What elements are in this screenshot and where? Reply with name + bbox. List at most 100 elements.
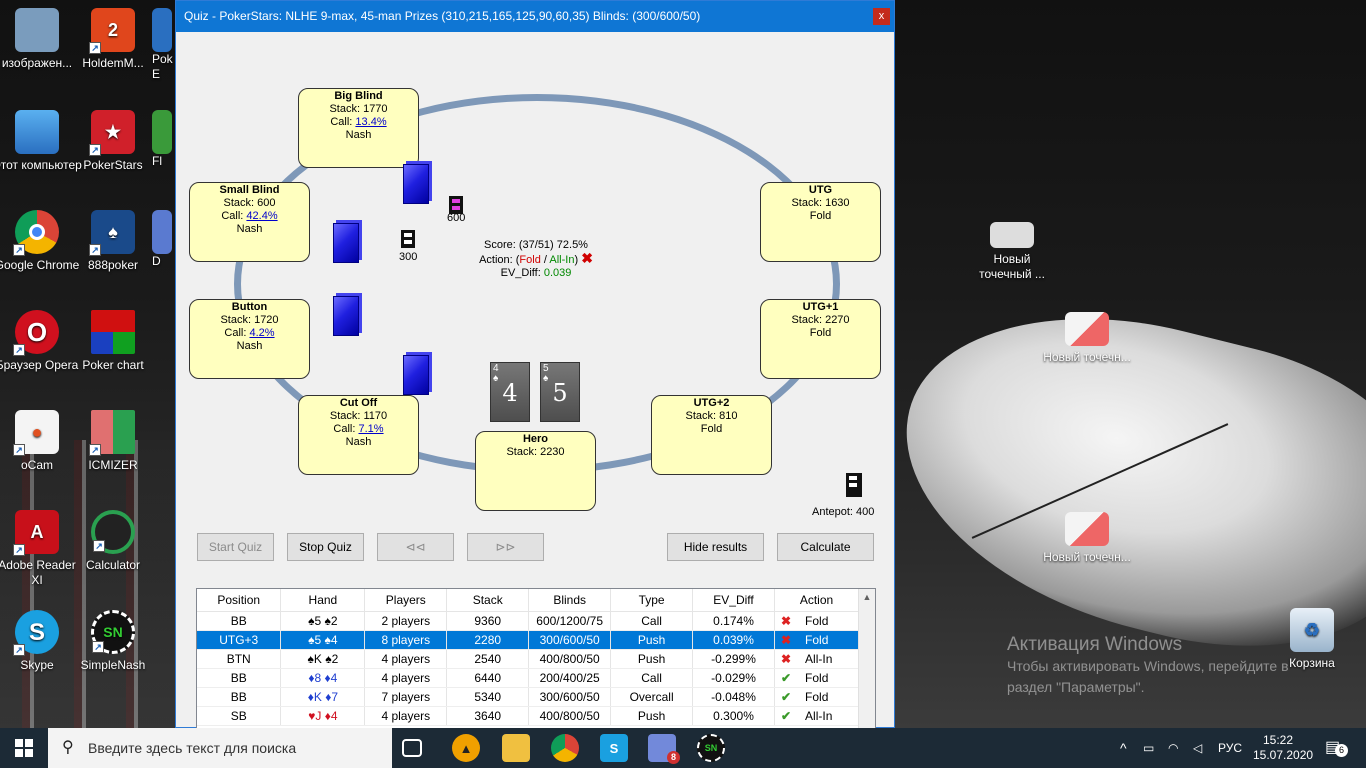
wifi-icon[interactable]: ◠: [1168, 728, 1178, 768]
call-range-link[interactable]: 7.1%: [358, 423, 383, 435]
cell-position: BB: [197, 668, 282, 688]
column-header[interactable]: EV_Diff: [692, 589, 775, 612]
column-header[interactable]: Hand: [280, 589, 366, 612]
cell-stack: 3640: [446, 706, 530, 726]
taskbar-search[interactable]: ⚲ Введите здесь текст для поиска: [48, 728, 392, 768]
cell-ev: 0.174%: [692, 611, 775, 631]
wrong-icon: ✖: [581, 250, 593, 266]
column-header[interactable]: Action: [774, 589, 860, 612]
cell-ev: 0.039%: [692, 630, 775, 650]
discord-taskbar-icon[interactable]: 8: [648, 734, 680, 764]
table-row[interactable]: BB ♦K ♦7 7 players 5340 300/600/50 Overcall -0…: [197, 687, 860, 707]
cell-blinds: 300/600/50: [528, 687, 612, 707]
cell-blinds: 600/1200/75: [528, 611, 612, 631]
task-view-icon[interactable]: [402, 739, 422, 757]
desktop-icon-bitmap-3[interactable]: Новый точечн...: [1042, 512, 1132, 565]
seat-action: Fold: [809, 327, 832, 339]
desktop-icon-holdem-manager[interactable]: 2 ↗ HoldemM...: [68, 8, 158, 71]
language-indicator[interactable]: РУС: [1218, 728, 1242, 768]
activation-watermark-title: Активация Windows: [1007, 634, 1183, 655]
table-row[interactable]: BTN ♠K ♠2 4 players 2540 400/800/50 Push -0.29…: [197, 649, 860, 669]
window-titlebar[interactable]: Quiz - PokerStars: NLHE 9-max, 45-man Pr…: [176, 1, 894, 32]
calculate-button[interactable]: Calculate: [777, 533, 874, 561]
app-icon: [152, 210, 172, 254]
pokerstars-icon: ★ ↗: [89, 110, 135, 156]
ev-diff: EV_Diff: 0.039: [500, 267, 572, 279]
cell-hand: ♥J ♦4: [280, 706, 366, 726]
table-row[interactable]: BB ♦8 ♦4 4 players 6440 200/400/25 Call -0.029…: [197, 668, 860, 688]
search-icon: ⚲: [62, 739, 74, 756]
seat-name: UTG: [808, 184, 833, 196]
chrome-taskbar-icon[interactable]: [551, 734, 579, 762]
scroll-up-icon[interactable]: ▲: [859, 589, 875, 606]
cell-ev: -0.048%: [692, 687, 775, 707]
seat-name: Cut Off: [339, 397, 378, 409]
column-header[interactable]: Type: [610, 589, 694, 612]
clock[interactable]: 15:22 15.07.2020: [1253, 728, 1313, 768]
cell-players: 2 players: [364, 611, 448, 631]
column-header[interactable]: Players: [364, 589, 448, 612]
cell-hand: ♦K ♦7: [280, 687, 366, 707]
start-quiz-button[interactable]: Start Quiz: [197, 533, 274, 561]
next-button[interactable]: ⊳⊳: [467, 533, 544, 561]
hero-card-1: 4 ♠ 4: [490, 362, 530, 422]
battery-icon[interactable]: ▭: [1143, 728, 1154, 768]
seat-name: UTG+1: [802, 301, 839, 313]
small-blind-bet: 300: [399, 251, 418, 263]
windows-logo-icon: [15, 739, 33, 757]
table-row[interactable]: UTG+3 ♠5 ♠4 8 players 2280 300/600/50 Push 0.0…: [197, 630, 860, 650]
desktop-icon-icmizer[interactable]: ↗ ICMIZER: [68, 410, 158, 473]
app-icon: [152, 8, 172, 52]
column-header[interactable]: Stack: [446, 589, 530, 612]
tray-chevron-icon[interactable]: ^: [1120, 728, 1127, 768]
skype-taskbar-icon[interactable]: S: [600, 734, 628, 762]
table-scrollbar[interactable]: ▲: [858, 589, 875, 728]
cross-icon: ✖: [780, 632, 792, 647]
desktop-icon-888poker[interactable]: ♠ ↗ 888poker: [68, 210, 158, 273]
seat-utg2: UTG+2 Stack: 810 Fold: [651, 395, 772, 475]
simplenash-taskbar-icon[interactable]: SN: [697, 734, 725, 762]
cell-blinds: 400/800/50: [528, 649, 612, 669]
computer-icon: [15, 110, 59, 154]
column-header[interactable]: Blinds: [528, 589, 612, 612]
desktop-icon-bitmap-1[interactable]: Новый точечный ...: [967, 222, 1057, 282]
file-explorer-icon[interactable]: [502, 734, 530, 762]
ocam-icon: ● ↗: [13, 410, 59, 456]
results-table[interactable]: Position Hand Players Stack Blinds Type …: [196, 588, 876, 729]
avast-icon[interactable]: ▲: [452, 734, 480, 762]
cell-type: Overcall: [610, 687, 694, 707]
call-range-link[interactable]: 42.4%: [246, 210, 277, 222]
cell-blinds: 400/800/50: [528, 706, 612, 726]
close-button[interactable]: x: [873, 8, 890, 25]
hide-results-button[interactable]: Hide results: [667, 533, 764, 561]
cell-action: ✖ Fold: [774, 630, 860, 650]
seat-stack: Stack: 1170: [329, 410, 388, 422]
seat-name: Hero: [522, 433, 549, 445]
bitmap-icon: [1065, 312, 1109, 346]
adobe-reader-icon: A ↗: [13, 510, 59, 556]
desktop-icon-simplenash[interactable]: SN ↗ SimpleNash: [68, 610, 158, 673]
antepot-chip-icon: [846, 473, 862, 497]
table-row[interactable]: SB ♥J ♦4 4 players 3640 400/800/50 Push 0.300%…: [197, 706, 860, 726]
desktop-icon-pokerstars[interactable]: ★ ↗ PokerStars: [68, 110, 158, 173]
column-header[interactable]: Position: [197, 589, 282, 612]
call-range-link[interactable]: 4.2%: [249, 327, 274, 339]
volume-icon[interactable]: ◁: [1193, 728, 1202, 768]
cell-position: BB: [197, 687, 282, 707]
hero-card-2: 5 ♠ 5: [540, 362, 580, 422]
desktop-icon-bitmap-2[interactable]: Новый точечн...: [1042, 312, 1132, 365]
start-button[interactable]: [0, 728, 48, 768]
table-row[interactable]: BB ♠5 ♠2 2 players 9360 600/1200/75 Call 0.174…: [197, 611, 860, 631]
previous-button[interactable]: ⊲⊲: [377, 533, 454, 561]
seat-action: Fold: [809, 210, 832, 222]
check-icon: ✔: [780, 689, 792, 704]
score-panel: Score: (37/51) 72.5% Action: (Fold / All…: [466, 239, 606, 280]
desktop-icon-poker-chart[interactable]: Poker chart: [68, 310, 158, 373]
stop-quiz-button[interactable]: Stop Quiz: [287, 533, 364, 561]
desktop-icon-calculator[interactable]: ↗ Calculator: [68, 510, 158, 573]
cell-players: 4 players: [364, 649, 448, 669]
chrome-icon: ↗: [13, 210, 59, 256]
cell-hand: ♠K ♠2: [280, 649, 366, 669]
call-range-link[interactable]: 13.4%: [355, 116, 386, 128]
notification-center-icon[interactable]: ▤ 6: [1325, 728, 1348, 768]
